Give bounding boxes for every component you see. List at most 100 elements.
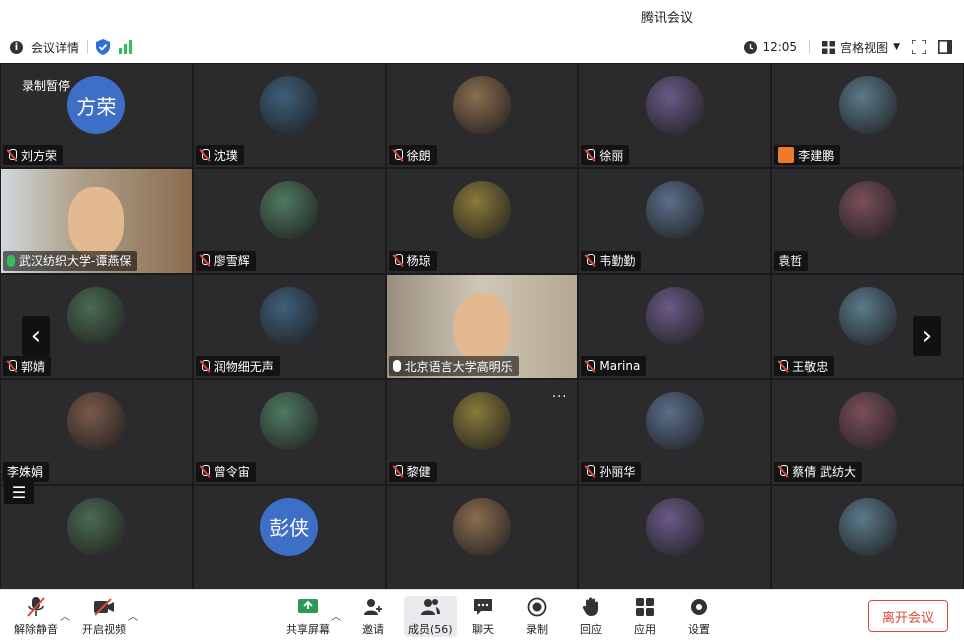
- participant-name: 徐丽: [599, 148, 624, 163]
- record-label: 录制: [526, 623, 548, 636]
- avatar: [645, 181, 704, 240]
- microphone-muted-icon: [25, 596, 47, 618]
- fullscreen-icon[interactable]: [912, 40, 926, 54]
- microphone-muted-icon: [585, 254, 596, 267]
- unmute-button[interactable]: 解除静音: [14, 596, 58, 637]
- signal-icon[interactable]: [118, 40, 134, 54]
- camera-off-icon: [93, 596, 115, 618]
- participant-name: 李姝娟: [7, 465, 44, 480]
- participant-tile[interactable]: Marina: [579, 274, 771, 379]
- start-video-button[interactable]: 开启视频: [82, 596, 126, 637]
- participant-nametag: 徐朗: [388, 145, 437, 166]
- avatar: [452, 497, 511, 556]
- participant-tile[interactable]: 彭侠: [193, 485, 385, 589]
- participant-nametag: 李姝娟: [3, 461, 50, 482]
- raise-hand-icon: [580, 596, 602, 618]
- microphone-muted-icon: [7, 359, 17, 373]
- avatar: [452, 181, 511, 240]
- share-screen-button[interactable]: 共享屏幕: [286, 596, 330, 637]
- microphone-icon: [392, 360, 401, 373]
- participant-name: 徐朗: [406, 148, 431, 163]
- avatar: 彭侠: [260, 497, 319, 556]
- avatar: [67, 286, 126, 345]
- participant-tile[interactable]: 北京语言大学高明乐: [386, 274, 578, 379]
- record-icon: [526, 596, 548, 618]
- participant-tile[interactable]: 袁哲: [772, 169, 963, 273]
- divider: [87, 40, 89, 54]
- avatar: 方荣: [67, 76, 126, 134]
- participant-nametag: 黎健: [388, 461, 437, 482]
- info-icon[interactable]: i: [10, 40, 23, 54]
- avatar: [260, 181, 319, 240]
- gear-icon: [688, 596, 710, 618]
- participant-tile[interactable]: 武汉纺织大学-谭燕保: [1, 169, 192, 273]
- participant-nametag: 杨琼: [388, 250, 437, 271]
- avatar: [260, 392, 319, 451]
- participant-name: 王敬忠: [792, 359, 829, 374]
- participant-nametag: 沈璞: [195, 145, 244, 166]
- invite-button[interactable]: 邀请: [362, 596, 384, 637]
- participant-nametag: 郭婧: [3, 356, 52, 377]
- participant-tile[interactable]: 润物细无声: [193, 274, 385, 379]
- participant-nametag: 王敬忠: [774, 356, 835, 377]
- record-button[interactable]: 录制: [526, 596, 548, 637]
- avatar: [645, 392, 704, 451]
- clock-icon: [744, 40, 758, 54]
- participant-nametag: 韦勤勤: [581, 250, 642, 271]
- avatar: [452, 392, 511, 451]
- participant-tile[interactable]: 沈璞: [193, 64, 385, 168]
- leave-meeting-button[interactable]: 离开会议: [868, 600, 948, 632]
- invite-label: 邀请: [362, 623, 384, 636]
- side-panel-icon[interactable]: [938, 40, 952, 54]
- apps-button[interactable]: 应用: [634, 596, 656, 637]
- participant-tile[interactable]: [579, 485, 771, 589]
- participant-tile[interactable]: [386, 485, 578, 589]
- members-button[interactable]: 成员(56): [404, 596, 457, 637]
- chat-button[interactable]: 聊天: [472, 596, 494, 637]
- participant-name: 北京语言大学高明乐: [404, 359, 513, 374]
- participant-name: 李建鹏: [798, 148, 835, 163]
- view-mode-dropdown[interactable]: 宫格视图 ▼: [822, 39, 900, 56]
- avatar: [645, 497, 704, 556]
- microphone-muted-icon: [585, 359, 596, 373]
- microphone-muted-icon: [200, 254, 210, 267]
- participant-nametag: 袁哲: [774, 250, 809, 271]
- more-options-icon[interactable]: ···: [552, 390, 567, 405]
- microphone-muted-icon: [393, 254, 403, 267]
- participant-name: 武汉纺织大学-谭燕保: [19, 254, 132, 269]
- window-title: 腾讯会议: [640, 10, 693, 26]
- participant-tile[interactable]: 李姝娟: [1, 380, 192, 484]
- participant-tile[interactable]: 徐丽: [579, 64, 771, 168]
- list-toggle-icon[interactable]: ☰: [4, 480, 34, 504]
- participant-tile[interactable]: [772, 485, 963, 589]
- participant-nametag: 曾令宙: [195, 461, 256, 482]
- settings-button[interactable]: 设置: [688, 596, 710, 637]
- share-screen-label: 共享屏幕: [286, 623, 330, 636]
- participant-nametag: 武汉纺织大学-谭燕保: [3, 250, 138, 271]
- apps-icon: [634, 596, 656, 618]
- participant-tile[interactable]: 韦勤勤: [579, 169, 771, 273]
- participant-tile[interactable]: 孙丽华: [579, 380, 771, 484]
- next-page-button[interactable]: ›: [913, 316, 941, 356]
- video-options-chevron-icon[interactable]: ︿: [128, 608, 138, 623]
- participant-tile[interactable]: 李建鹏: [772, 64, 963, 168]
- participant-name: 曾令宙: [213, 465, 250, 480]
- participant-tile[interactable]: 徐朗: [386, 64, 578, 168]
- avatar: [260, 76, 319, 134]
- share-options-chevron-icon[interactable]: ︿: [331, 608, 341, 623]
- participant-tile[interactable]: 廖雪辉: [193, 169, 385, 273]
- avatar: [838, 76, 897, 134]
- video-grid: 方荣 刘方荣 沈璞 徐朗 徐丽 李建鹏 武汉纺织大学-谭燕保 廖雪辉 杨琼 韦勤勤 袁哲 郭婧 润物细无…: [0, 63, 964, 589]
- participant-tile[interactable]: 蔡倩 武纺大: [772, 380, 963, 484]
- microphone-muted-icon: [200, 148, 210, 162]
- reactions-button[interactable]: 回应: [580, 596, 602, 637]
- microphone-muted-icon: [200, 465, 210, 478]
- previous-page-button[interactable]: ‹: [22, 316, 50, 356]
- participant-tile[interactable]: 曾令宙: [193, 380, 385, 484]
- participant-tile[interactable]: ··· 黎健: [386, 380, 578, 484]
- shield-icon[interactable]: [96, 39, 111, 55]
- participant-name: 黎健: [406, 465, 431, 480]
- audio-options-chevron-icon[interactable]: ︿: [60, 608, 70, 623]
- meeting-details-link[interactable]: 会议详情: [31, 39, 79, 56]
- participant-tile[interactable]: 杨琼: [386, 169, 578, 273]
